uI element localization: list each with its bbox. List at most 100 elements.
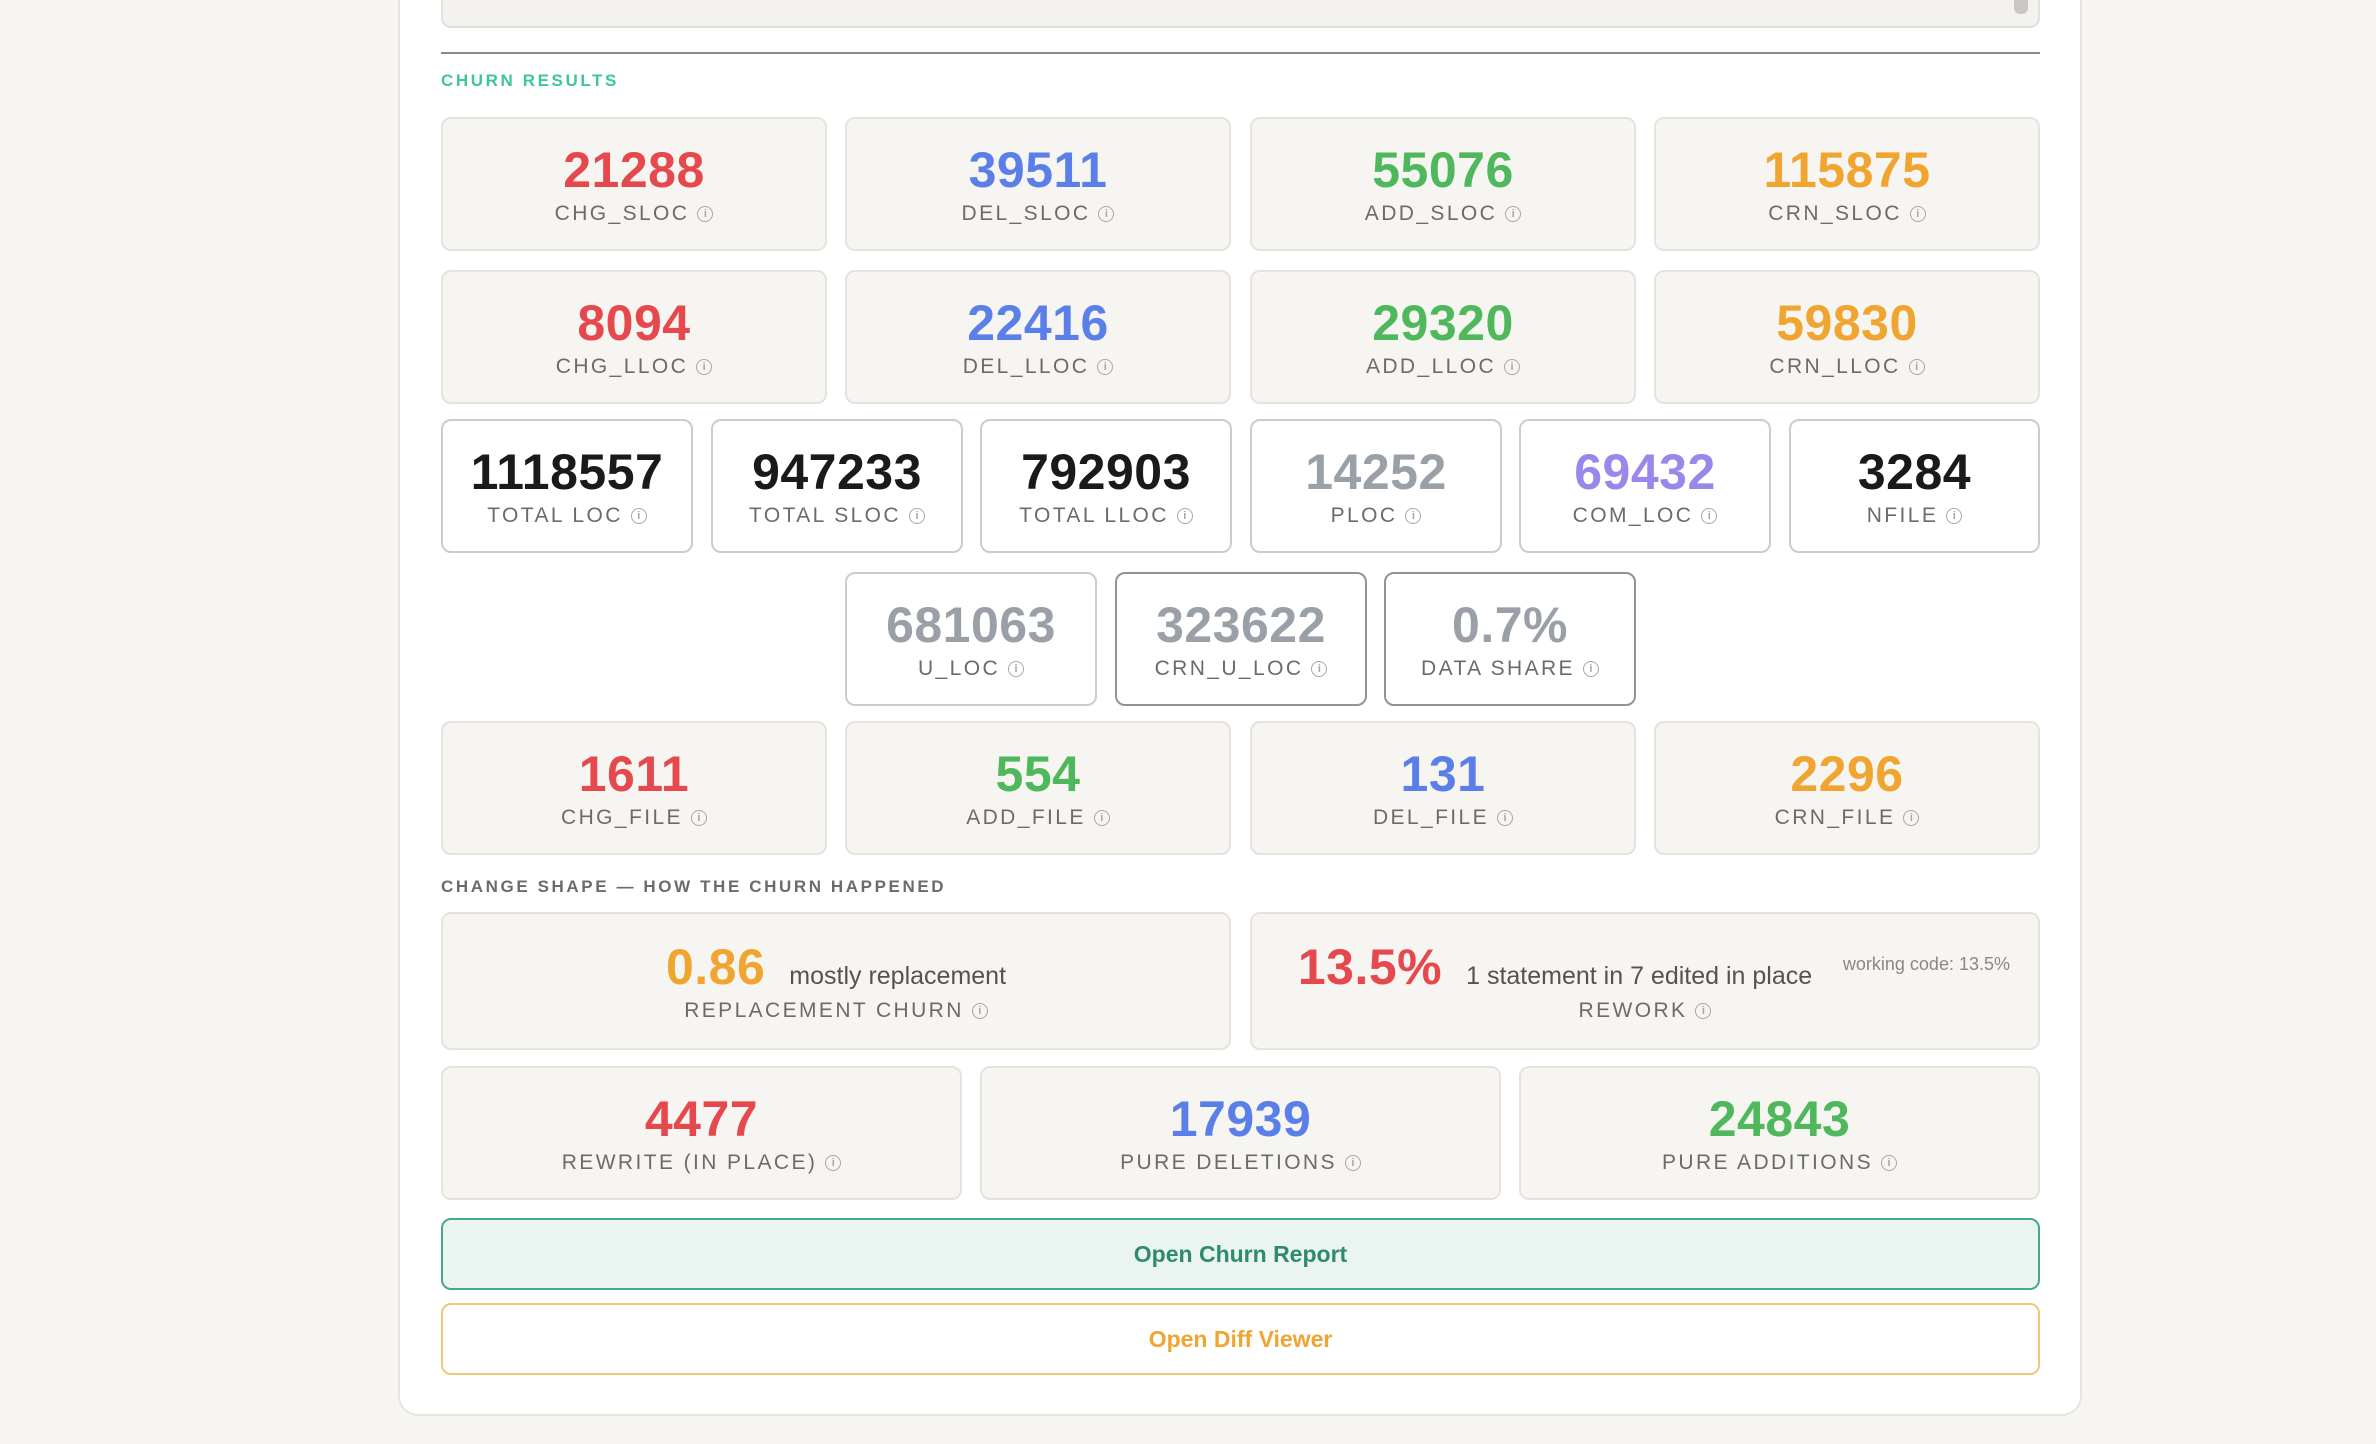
info-icon[interactable]: i: [1311, 661, 1328, 677]
stat-chg-sloc: 21288 CHG_SLOC i: [441, 117, 827, 251]
stat-value: 323622: [1156, 597, 1326, 653]
stat-u-loc: 681063 U_LOC i: [845, 572, 1097, 706]
open-churn-report-button[interactable]: Open Churn Report: [441, 1218, 2040, 1290]
previous-output-box[interactable]: [441, 0, 2040, 28]
stat-label: TOTAL LOC: [487, 504, 623, 527]
stat-label: U_LOC: [917, 657, 1001, 680]
info-icon[interactable]: i: [1008, 661, 1025, 677]
stat-label: NFILE: [1866, 504, 1939, 527]
stat-value: 14252: [1305, 444, 1447, 500]
stat-label: DATA SHARE: [1421, 657, 1575, 680]
stat-value: 2296: [1790, 746, 1904, 802]
info-icon[interactable]: i: [1880, 1155, 1897, 1171]
stat-total-loc: 1118557 TOTAL LOC i: [441, 419, 693, 553]
stat-value: 4477: [644, 1091, 759, 1147]
info-icon[interactable]: i: [1176, 508, 1193, 524]
stat-crn-lloc: 59830 CRN_LLOC i: [1654, 270, 2040, 404]
stat-value: 55076: [1372, 142, 1514, 198]
stat-label: DEL_FILE: [1372, 806, 1490, 829]
info-icon[interactable]: i: [696, 359, 713, 375]
stat-value: 681063: [886, 597, 1056, 653]
scrollbar-thumb[interactable]: [2014, 0, 2028, 14]
info-icon[interactable]: i: [1497, 810, 1514, 826]
stat-pure-deletions: 17939 PURE DELETIONS i: [980, 1066, 1501, 1200]
stat-chg-lloc: 8094 CHG_LLOC i: [441, 270, 827, 404]
stat-del-lloc: 22416 DEL_LLOC i: [845, 270, 1231, 404]
stat-label: PURE ADDITIONS: [1662, 1151, 1873, 1174]
info-icon[interactable]: i: [630, 508, 647, 524]
churn-results-heading: CHURN RESULTS: [441, 71, 619, 90]
stat-label: ADD_FILE: [966, 806, 1086, 829]
stat-value: 69432: [1574, 444, 1716, 500]
stat-total-sloc: 947233 TOTAL SLOC i: [711, 419, 963, 553]
stat-add-sloc: 55076 ADD_SLOC i: [1250, 117, 1636, 251]
info-icon[interactable]: i: [1903, 810, 1920, 826]
info-icon[interactable]: i: [1946, 508, 1963, 524]
stat-value: 115875: [1763, 142, 1931, 198]
info-icon[interactable]: i: [1405, 508, 1422, 524]
stat-label: DEL_LLOC: [962, 355, 1090, 378]
stat-label: CHG_SLOC: [554, 202, 690, 225]
stat-chg-file: 1611 CHG_FILE i: [441, 721, 827, 855]
info-icon[interactable]: i: [690, 810, 707, 826]
stat-del-file: 131 DEL_FILE i: [1250, 721, 1636, 855]
stat-replacement-churn: 0.86 mostly replacement REPLACEMENT CHUR…: [441, 912, 1231, 1050]
info-icon[interactable]: i: [1097, 359, 1114, 375]
info-icon[interactable]: i: [1908, 359, 1925, 375]
info-icon[interactable]: i: [1582, 661, 1599, 677]
info-icon[interactable]: i: [1909, 206, 1926, 222]
info-icon[interactable]: i: [825, 1155, 842, 1171]
stat-value: 21288: [563, 142, 705, 198]
stat-value: 0.86: [665, 939, 766, 995]
stat-total-lloc: 792903 TOTAL LLOC i: [980, 419, 1232, 553]
stat-value: 29320: [1372, 295, 1514, 351]
working-code-note: working code: 13.5%: [1842, 954, 2010, 974]
stat-data-share: 0.7% DATA SHARE i: [1384, 572, 1636, 706]
open-diff-viewer-button[interactable]: Open Diff Viewer: [441, 1303, 2040, 1375]
stat-ploc: 14252 PLOC i: [1250, 419, 1502, 553]
stat-value: 17939: [1169, 1091, 1312, 1147]
stat-label: TOTAL SLOC: [749, 504, 901, 527]
stat-label: TOTAL LLOC: [1019, 504, 1169, 527]
stat-label: PLOC: [1330, 504, 1398, 527]
stat-label: CHG_FILE: [561, 806, 683, 829]
info-icon[interactable]: i: [1504, 359, 1521, 375]
stat-value: 59830: [1776, 295, 1918, 351]
stat-label: COM_LOC: [1572, 504, 1694, 527]
stat-label: ADD_LLOC: [1365, 355, 1497, 378]
stat-label: CRN_SLOC: [1768, 202, 1902, 225]
stat-nfile: 3284 NFILE i: [1789, 419, 2040, 553]
stat-label: CRN_LLOC: [1769, 355, 1901, 378]
info-icon[interactable]: i: [1344, 1155, 1361, 1171]
info-icon[interactable]: i: [1701, 508, 1718, 524]
stat-value: 1118557: [470, 444, 664, 500]
change-shape-heading: CHANGE SHAPE — HOW THE CHURN HAPPENED: [441, 877, 947, 896]
stat-value: 554: [995, 746, 1081, 802]
stat-description: 1 statement in 7 edited in place: [1466, 962, 1813, 990]
info-icon[interactable]: i: [697, 206, 714, 222]
info-icon[interactable]: i: [1695, 1003, 1712, 1019]
stat-label: REPLACEMENT CHURN: [684, 999, 964, 1022]
stat-add-lloc: 29320 ADD_LLOC i: [1250, 270, 1636, 404]
info-icon[interactable]: i: [1093, 810, 1110, 826]
stat-value: 3284: [1857, 444, 1972, 500]
stat-value: 22416: [967, 295, 1109, 351]
stat-value: 1611: [578, 746, 690, 802]
stat-label: DEL_SLOC: [961, 202, 1091, 225]
section-divider: [441, 52, 2040, 54]
info-icon[interactable]: i: [908, 508, 925, 524]
info-icon[interactable]: i: [1098, 206, 1115, 222]
info-icon[interactable]: i: [1505, 206, 1522, 222]
stat-value: 947233: [752, 444, 922, 500]
info-icon[interactable]: i: [971, 1003, 988, 1019]
stat-label: PURE DELETIONS: [1120, 1151, 1337, 1174]
stat-value: 0.7%: [1452, 597, 1568, 653]
stat-value: 39511: [968, 142, 1108, 198]
stat-value: 131: [1400, 746, 1486, 802]
stat-rework: 13.5% 1 statement in 7 edited in place w…: [1250, 912, 2040, 1050]
stat-label: ADD_SLOC: [1364, 202, 1498, 225]
stat-label: CRN_U_LOC: [1154, 657, 1304, 680]
stat-value: 24843: [1708, 1091, 1851, 1147]
stat-crn-u-loc: 323622 CRN_U_LOC i: [1115, 572, 1367, 706]
stat-value: 13.5%: [1297, 939, 1443, 995]
